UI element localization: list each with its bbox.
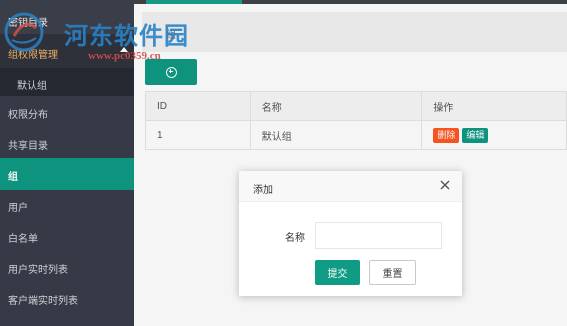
sidebar-item-label: 用户: [8, 203, 28, 214]
sidebar-item-users[interactable]: 用户: [0, 189, 134, 221]
table-header-row: ID 名称 操作: [145, 91, 567, 121]
add-button[interactable]: [145, 59, 197, 85]
group-table: ID 名称 操作 1 默认组 删除 编辑: [145, 91, 567, 150]
name-field[interactable]: [315, 222, 442, 249]
sidebar-item-label: 客户端实时列表: [8, 296, 78, 307]
column-header-id: ID: [145, 91, 251, 121]
watermark-title: 河东软件园: [64, 21, 189, 50]
sidebar-item-label: 白名单: [8, 234, 38, 245]
sidebar-item-group[interactable]: 组: [0, 158, 134, 190]
sidebar-item-shared-dir[interactable]: 共享目录: [0, 127, 134, 159]
column-header-name: 名称: [249, 91, 423, 121]
cell-actions: 删除 编辑: [421, 120, 567, 150]
breadcrumb: 组: [142, 12, 567, 52]
edit-button[interactable]: 编辑: [462, 127, 489, 143]
sidebar-item-permission-dist[interactable]: 权限分布: [0, 96, 134, 128]
sidebar-item-label: 用户实时列表: [8, 265, 68, 276]
sidebar-item-user-realtime[interactable]: 用户实时列表: [0, 251, 134, 283]
sidebar-item-whitelist[interactable]: 白名单: [0, 220, 134, 252]
sidebar-item-label: 默认组: [17, 81, 47, 92]
reset-button[interactable]: 重置: [369, 260, 416, 285]
sidebar-item-client-realtime[interactable]: 客户端实时列表: [0, 282, 134, 314]
watermark-logo-icon: [4, 12, 44, 52]
close-icon[interactable]: [439, 179, 451, 191]
sidebar-item-label: 组: [8, 172, 18, 183]
cell-id: 1: [145, 120, 251, 150]
cell-name: 默认组: [249, 120, 423, 150]
submit-button[interactable]: 提交: [315, 260, 360, 285]
dialog-header: 添加: [239, 171, 462, 202]
sidebar-item-label: 共享目录: [8, 141, 48, 152]
dialog-title: 添加: [253, 185, 273, 196]
watermark-url: www.pc0359.cn: [88, 50, 161, 62]
sidebar-subitem-default-group[interactable]: 默认组: [0, 68, 134, 96]
name-field-label: 名称: [285, 233, 305, 244]
sidebar-item-label: 权限分布: [8, 110, 48, 121]
add-dialog: 添加 名称 提交 重置: [239, 171, 462, 296]
table-row: 1 默认组 删除 编辑: [145, 120, 567, 150]
delete-button[interactable]: 删除: [433, 127, 460, 143]
column-header-actions: 操作: [421, 91, 567, 121]
plus-circle-icon: [165, 66, 177, 78]
